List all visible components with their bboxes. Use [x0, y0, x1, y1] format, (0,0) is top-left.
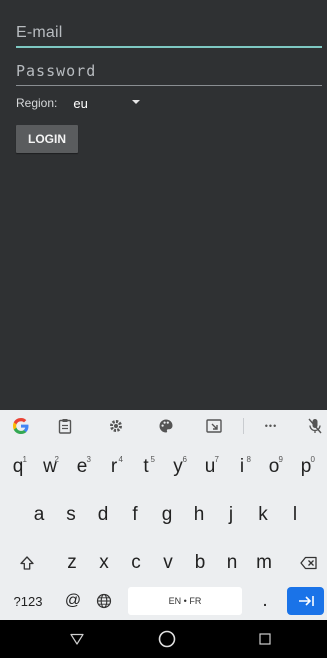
- key-x[interactable]: x: [89, 548, 119, 578]
- key-hint: 3: [86, 455, 91, 464]
- key-hint: 5: [150, 455, 155, 464]
- key-o[interactable]: o9: [259, 452, 289, 482]
- key-char: t: [143, 456, 149, 477]
- key-hint: 4: [118, 455, 123, 464]
- password-underline: [16, 85, 322, 86]
- region-select[interactable]: eu: [73, 96, 87, 111]
- key-n[interactable]: n: [217, 548, 247, 578]
- home-icon[interactable]: [151, 620, 183, 658]
- soft-keyboard: ••• q1 w2 e3 r4 t5 y6 u7 i8 o9 p0 a s d …: [0, 410, 327, 620]
- key-r[interactable]: r4: [99, 452, 129, 482]
- email-field[interactable]: E-mail: [16, 24, 322, 48]
- key-t[interactable]: t5: [131, 452, 161, 482]
- key-char: y: [173, 456, 183, 477]
- key-char: i: [239, 456, 245, 477]
- palette-icon[interactable]: [156, 416, 176, 436]
- symbols-key[interactable]: ?123: [6, 586, 50, 616]
- key-z[interactable]: z: [57, 548, 87, 578]
- key-c[interactable]: c: [121, 548, 151, 578]
- key-w[interactable]: w2: [35, 452, 65, 482]
- settings-gear-icon[interactable]: [106, 416, 126, 436]
- dropdown-caret-icon[interactable]: [132, 100, 140, 104]
- enter-next-icon[interactable]: [287, 587, 324, 615]
- key-hint: 7: [214, 455, 219, 464]
- back-icon[interactable]: [62, 620, 92, 658]
- resize-icon[interactable]: [204, 416, 224, 436]
- login-screen: E-mail Password Region: eu LOGIN: [0, 0, 327, 410]
- more-icon[interactable]: •••: [259, 416, 283, 436]
- space-bar[interactable]: EN • FR: [128, 587, 242, 615]
- key-hint: 9: [278, 455, 283, 464]
- key-a[interactable]: a: [24, 500, 54, 530]
- key-m[interactable]: m: [249, 548, 279, 578]
- mic-off-icon[interactable]: [305, 416, 325, 436]
- system-nav-bar: [0, 620, 327, 658]
- key-q[interactable]: q1: [3, 452, 33, 482]
- key-y[interactable]: y6: [163, 452, 193, 482]
- key-char: r: [110, 456, 118, 477]
- recents-icon[interactable]: [250, 620, 280, 658]
- key-i[interactable]: i8: [227, 452, 257, 482]
- key-f[interactable]: f: [120, 500, 150, 530]
- toolbar-divider: [243, 418, 244, 434]
- key-v[interactable]: v: [153, 548, 183, 578]
- clipboard-icon[interactable]: [55, 416, 75, 436]
- key-e[interactable]: e3: [67, 452, 97, 482]
- key-hint: 2: [54, 455, 59, 464]
- email-placeholder: E-mail: [16, 24, 63, 41]
- backspace-icon[interactable]: [294, 548, 324, 578]
- key-l[interactable]: l: [280, 500, 310, 530]
- key-hint: 1: [22, 455, 27, 464]
- key-hint: 0: [310, 455, 315, 464]
- shift-icon[interactable]: [12, 548, 42, 578]
- key-k[interactable]: k: [248, 500, 278, 530]
- keyboard-toolbar: •••: [0, 410, 327, 442]
- key-p[interactable]: p0: [291, 452, 321, 482]
- google-icon[interactable]: [11, 416, 31, 436]
- key-hint: 6: [182, 455, 187, 464]
- key-g[interactable]: g: [152, 500, 182, 530]
- key-hint: 8: [246, 455, 251, 464]
- key-d[interactable]: d: [88, 500, 118, 530]
- email-underline: [16, 46, 322, 48]
- region-label: Region:: [16, 96, 58, 110]
- key-s[interactable]: s: [56, 500, 86, 530]
- key-period[interactable]: .: [250, 586, 280, 616]
- key-b[interactable]: b: [185, 548, 215, 578]
- login-button[interactable]: LOGIN: [16, 125, 78, 153]
- key-h[interactable]: h: [184, 500, 214, 530]
- globe-icon[interactable]: [89, 586, 119, 616]
- password-field[interactable]: Password: [16, 62, 322, 86]
- key-at[interactable]: @: [58, 586, 88, 616]
- key-j[interactable]: j: [216, 500, 246, 530]
- key-u[interactable]: u7: [195, 452, 225, 482]
- region-row: Region: eu: [16, 95, 140, 111]
- password-placeholder: Password: [16, 62, 97, 80]
